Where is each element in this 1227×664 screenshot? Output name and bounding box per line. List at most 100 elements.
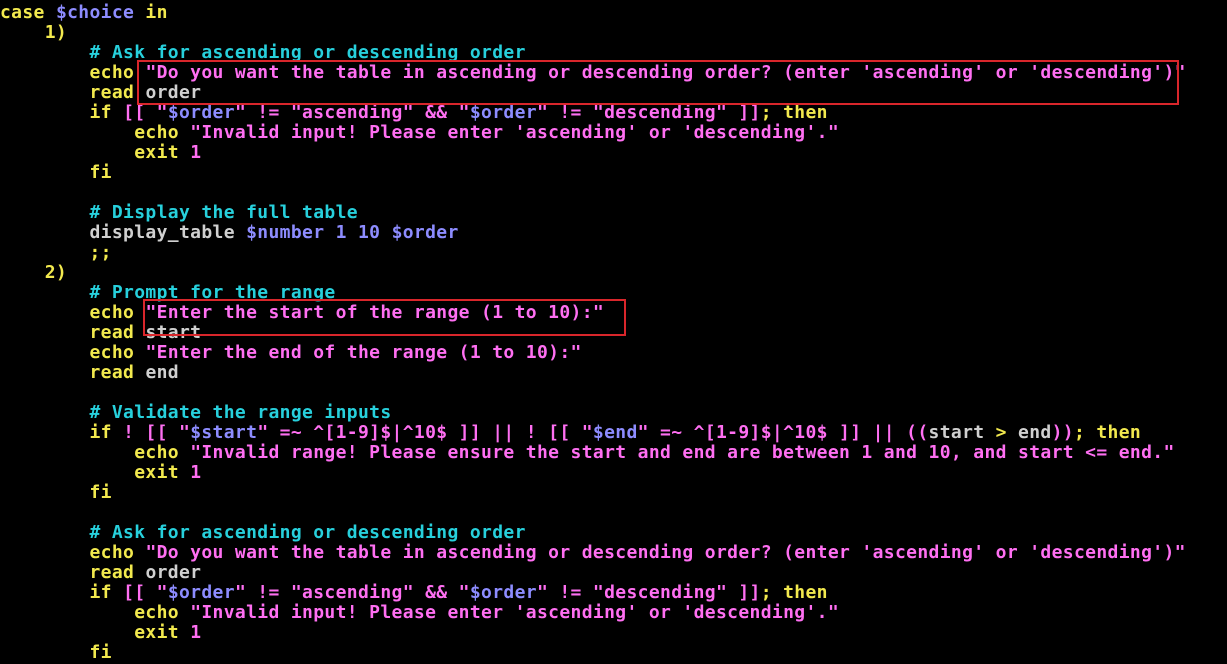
code-token-comment: # Prompt for the range xyxy=(0,282,336,303)
code-token-number: 1 xyxy=(190,462,202,483)
code-line: # Validate the range inputs xyxy=(0,403,392,423)
code-line: read order xyxy=(0,83,201,103)
code-token-keyword: ;; xyxy=(0,242,112,263)
code-token-keyword: if xyxy=(0,582,124,603)
code-token-string: " != "descending" ]] xyxy=(537,582,761,603)
code-line: echo "Invalid input! Please enter 'ascen… xyxy=(0,603,839,623)
code-token-keyword: ; then xyxy=(1073,422,1142,443)
code-token-keyword: > xyxy=(995,422,1007,443)
code-line: fi xyxy=(0,163,112,183)
code-token-keyword: echo xyxy=(0,122,191,143)
code-token-string: )) xyxy=(1051,422,1074,443)
code-token-string: "Invalid range! Please ensure the start … xyxy=(190,442,1175,463)
code-token-comment: # Ask for ascending or descending order xyxy=(0,522,526,543)
terminal-editor[interactable]: case $choice in 1) # Ask for ascending o… xyxy=(0,0,1227,664)
code-token-plain: start xyxy=(928,422,996,443)
code-token-keyword: if xyxy=(0,102,124,123)
code-line: echo "Enter the start of the range (1 to… xyxy=(0,303,604,323)
code-token-keyword: exit xyxy=(0,622,191,643)
code-line: ;; xyxy=(0,243,112,263)
code-token-string: ! [[ " xyxy=(123,422,191,443)
code-token-string: "Do you want the table in ascending or d… xyxy=(145,62,1186,83)
code-token-plain: end xyxy=(1006,422,1052,443)
code-token-keyword: echo xyxy=(0,342,146,363)
code-token-keyword: read xyxy=(0,82,146,103)
code-token-keyword: read xyxy=(0,322,146,343)
code-line: echo "Enter the end of the range (1 to 1… xyxy=(0,343,582,363)
code-line: exit 1 xyxy=(0,623,201,643)
code-line: read order xyxy=(0,563,201,583)
code-line: fi xyxy=(0,643,112,663)
code-line: # Ask for ascending or descending order xyxy=(0,523,526,543)
code-token-variable: 1 10 xyxy=(324,222,392,243)
code-token-keyword: exit xyxy=(0,462,191,483)
code-line: echo "Invalid input! Please enter 'ascen… xyxy=(0,123,839,143)
code-line: if [[ "$order" != "ascending" && "$order… xyxy=(0,583,828,603)
code-token-keyword: 1) xyxy=(0,22,68,43)
code-line: read start xyxy=(0,323,201,343)
code-token-keyword: 2) xyxy=(0,262,68,283)
code-token-keyword: echo xyxy=(0,62,146,83)
code-line: read end xyxy=(0,363,179,383)
code-token-string: [[ xyxy=(123,582,157,603)
code-token-comment: # Validate the range inputs xyxy=(0,402,392,423)
code-line: # Prompt for the range xyxy=(0,283,336,303)
code-token-variable: $order xyxy=(469,582,537,603)
code-line: if [[ "$order" != "ascending" && "$order… xyxy=(0,103,828,123)
code-token-string: "Enter the start of the range (1 to 10):… xyxy=(145,302,605,323)
code-token-keyword: echo xyxy=(0,602,191,623)
code-line: echo "Invalid range! Please ensure the s… xyxy=(0,443,1175,463)
code-token-keyword: ; then xyxy=(760,582,828,603)
code-token-variable: $start xyxy=(190,422,258,443)
code-token-keyword: if xyxy=(0,422,124,443)
code-token-variable: $order xyxy=(167,102,235,123)
code-line: case $choice in xyxy=(0,3,168,23)
code-token-comment: # Ask for ascending or descending order xyxy=(0,42,526,63)
code-token-keyword: echo xyxy=(0,542,146,563)
code-token-string: " xyxy=(156,582,168,603)
code-token-keyword: fi xyxy=(0,642,112,663)
code-token-keyword: case xyxy=(0,2,56,23)
code-token-string: "Invalid input! Please enter 'ascending'… xyxy=(190,602,840,623)
code-token-variable: $end xyxy=(592,422,638,443)
code-token-string: " != "descending" ]] xyxy=(537,102,761,123)
code-token-string: [[ xyxy=(123,102,157,123)
code-token-string: " =~ ^[1-9]$|^10$ ]] || ! [[ " xyxy=(257,422,593,443)
code-token-variable: $number xyxy=(246,222,325,243)
code-token-comment: # Display the full table xyxy=(0,202,358,223)
code-token-keyword: in xyxy=(134,2,168,23)
code-token-keyword: echo xyxy=(0,302,146,323)
code-line: 1) xyxy=(0,23,67,43)
code-token-keyword: ; then xyxy=(760,102,828,123)
code-token-string: " != "ascending" && " xyxy=(234,582,470,603)
code-token-plain: start xyxy=(145,322,202,343)
code-token-number: 1 xyxy=(190,142,202,163)
code-token-variable: $order xyxy=(469,102,537,123)
code-token-variable: $order xyxy=(167,582,235,603)
code-line: display_table $number 1 10 $order xyxy=(0,223,459,243)
code-token-variable: $choice xyxy=(55,2,135,23)
code-line: 2) xyxy=(0,263,67,283)
code-token-string: " =~ ^[1-9]$|^10$ ]] || (( xyxy=(637,422,929,443)
code-token-string: " != "ascending" && " xyxy=(234,102,470,123)
code-token-keyword: fi xyxy=(0,482,112,503)
code-line: # Display the full table xyxy=(0,203,358,223)
code-line: echo "Do you want the table in ascending… xyxy=(0,543,1186,563)
code-token-variable: $order xyxy=(391,222,459,243)
code-line: exit 1 xyxy=(0,143,201,163)
code-token-string: "Invalid input! Please enter 'ascending'… xyxy=(190,122,840,143)
code-token-keyword: exit xyxy=(0,142,191,163)
code-line: fi xyxy=(0,483,112,503)
code-line: exit 1 xyxy=(0,463,201,483)
code-token-plain: order xyxy=(145,82,202,103)
code-token-keyword: fi xyxy=(0,162,112,183)
code-token-string: "Enter the end of the range (1 to 10):" xyxy=(145,342,582,363)
code-token-plain: end xyxy=(145,362,179,383)
code-token-keyword: read xyxy=(0,562,146,583)
code-line: echo "Do you want the table in ascending… xyxy=(0,63,1186,83)
code-token-keyword: echo xyxy=(0,442,191,463)
code-line: # Ask for ascending or descending order xyxy=(0,43,526,63)
code-line: if ! [[ "$start" =~ ^[1-9]$|^10$ ]] || !… xyxy=(0,423,1141,443)
code-token-plain: order xyxy=(145,562,202,583)
code-token-number: 1 xyxy=(190,622,202,643)
